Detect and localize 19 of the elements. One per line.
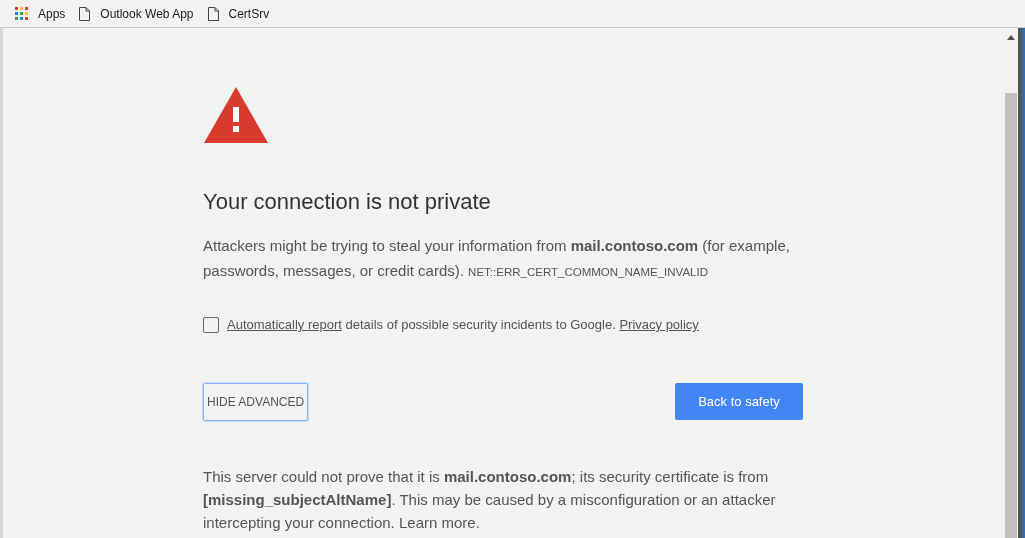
warning-icon	[203, 86, 269, 144]
page-heading: Your connection is not private	[203, 188, 492, 216]
warning-text: Attackers might be trying to steal your information from mail.contoso.com (for example, passwords, messages, or credit cards). NET::ERR_CERT_COMMON_NAME_INVALID	[203, 236, 791, 281]
page-icon	[207, 6, 219, 21]
hide-advanced-button[interactable]: HIDE ADVANCED	[203, 382, 309, 421]
bookmark[interactable]: Apps	[15, 4, 66, 23]
back-to-safety-button[interactable]: Back to safety	[675, 383, 803, 420]
learn-more-link[interactable]: Learn more.	[398, 513, 480, 531]
page-icon	[79, 6, 91, 21]
report-text: Automatically report details of possible security incidents to Google. Privacy policy	[227, 316, 699, 334]
details-text: This server could not prove that it is mail.contoso.com; its security certificate is from [missing_subjectAltName]. This may be caused by a misconfiguration or an attacker intercepting your connection. Learn more.	[203, 466, 777, 533]
scrollbar-thumb[interactable]	[1004, 93, 1017, 538]
report-checkbox[interactable]	[203, 316, 219, 333]
privacy-link[interactable]: Privacy policy	[619, 317, 699, 332]
bookmark[interactable]: Outlook Web App	[79, 4, 194, 23]
scroll-up-icon[interactable]	[1006, 35, 1015, 40]
report-link[interactable]: Automatically report	[227, 317, 342, 332]
bookmark[interactable]: CertSrv	[207, 4, 270, 23]
apps-grid-icon	[15, 7, 28, 20]
